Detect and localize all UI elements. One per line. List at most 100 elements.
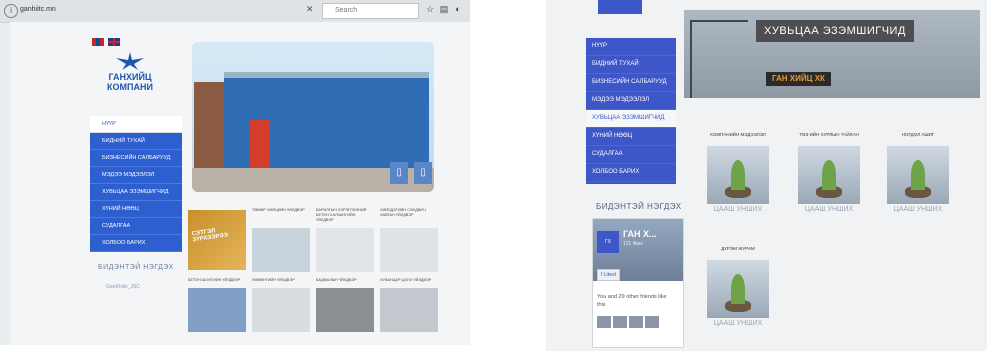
nav-label[interactable]: ХҮНИЙ НӨӨЦ [102, 206, 139, 212]
nav-label[interactable]: ХОЛБОО БАРИХ [592, 169, 639, 175]
slider-next-button[interactable]: ▯ [414, 162, 432, 184]
language-switcher [92, 36, 124, 46]
crane-graphic [690, 20, 748, 98]
product-caption[interactable]: БАРИЛГЫН ХЭРЭГЛЭЭНИЙ БЕТОН ХАЛЗАНГИЙН ҮЙ… [316, 208, 374, 228]
card-image[interactable] [707, 260, 769, 318]
product-image[interactable] [380, 228, 438, 272]
product-card: ХӨВӨНГИЙН ҮЙЛДВЭР [252, 278, 310, 332]
nav-label[interactable]: БИДНИЙ ТУХАЙ [102, 138, 145, 144]
nav-item-contact: ХОЛБОО БАРИХ [90, 235, 182, 252]
content-card: КОМПАНИЙН МЭДЭЭЛЭЛ ЦААШ УНШИХ [698, 132, 778, 216]
product-caption[interactable]: ХУВАНЦАР ЦОНХ ҮЙЛДВЭР [380, 278, 438, 288]
nav-item-home: НҮҮР [90, 116, 182, 133]
nav-item-hr: ХҮНИЙ НӨӨЦ [90, 201, 182, 218]
bookmark-icon[interactable]: ▤ [438, 3, 450, 15]
promo-text: СЭТГЭЛ ЗҮРХЭЭРЭЭ [191, 228, 229, 244]
factory-sign: ГАН ХИЙЦ ХК [766, 72, 831, 86]
promo-tile[interactable]: СЭТГЭЛ ЗҮРХЭЭРЭЭ [188, 210, 246, 270]
card-title[interactable]: ТӨЗ-ИЙН ХУРЛЫН ТАЙЛАН [789, 132, 869, 146]
main-navigation: НҮҮР БИДНИЙ ТУХАЙ БИЗНЕСИЙН САЛБАРУУД МЭ… [586, 38, 676, 184]
nav-label[interactable]: СУДАЛГАА [102, 223, 130, 229]
product-caption[interactable]: БЕТОН ШОНГИЙН ҮЙЛДВЭР [188, 278, 246, 288]
product-image[interactable] [252, 228, 310, 272]
card-title[interactable]: НОГДОЛ АШИГ [878, 132, 958, 146]
card-title[interactable]: КОМПАНИЙН МЭДЭЭЛЭЛ [698, 132, 778, 146]
browser-search-input[interactable]: Search [322, 3, 419, 19]
website-page: ГАНХИЙЦ КОМПАНИ НҮҮР БИДНИЙ ТУХАЙ БИЗНЕС… [10, 22, 470, 345]
info-icon[interactable]: i [4, 4, 18, 18]
product-card: ХИЙЛДЭГИЙН СЭНДВИЧ ХАВТАН ҮЙЛДВЭР [380, 208, 438, 272]
avatar [613, 316, 627, 328]
nav-label[interactable]: БИДНИЙ ТУХАЙ [592, 61, 639, 67]
nav-label[interactable]: МЭДЭЭ МЭДЭЭЛЭЛ [102, 172, 154, 178]
join-us-heading: БИДЭНТЭЙ НЭГДЭХ [98, 264, 174, 271]
facebook-friends-text: You and 29 other friends like this [597, 294, 667, 308]
logo-text: ГАНХИЙЦ КОМПАНИ [107, 72, 153, 92]
nav-label[interactable]: НҮҮР [102, 121, 116, 127]
product-card: БЕТОН ШОНГИЙН ҮЙЛДВЭР [188, 278, 246, 332]
card-image[interactable] [887, 146, 949, 204]
mongolia-flag-icon[interactable] [92, 37, 104, 46]
product-caption[interactable]: ТӨМӨР ХИЙЦИЙН ҮЙЛДВЭР [252, 208, 310, 228]
read-more-link[interactable]: ЦААШ УНШИХ [698, 204, 778, 216]
product-card: ТӨМӨР ХИЙЦИЙН ҮЙЛДВЭР [252, 208, 310, 272]
uk-flag-icon[interactable] [108, 37, 120, 46]
facebook-avatar[interactable]: ГХ [597, 231, 619, 253]
nav-label[interactable]: ХУВЬЦАА ЭЗЭМШИГЧИД [102, 189, 168, 195]
product-caption[interactable]: ХӨВӨНГИЙН ҮЙЛДВЭР [252, 278, 310, 288]
card-title[interactable]: ДҮРЭМ ЖУРАМ [698, 246, 778, 260]
facebook-friend-avatars [597, 315, 661, 333]
star-icon[interactable]: ☆ [424, 3, 436, 15]
product-caption[interactable]: БАДМАЛЫН ҮЙЛДВЭР [316, 278, 374, 288]
factory-door [250, 120, 270, 168]
nav-item-hr: ХҮНИЙ НӨӨЦ [586, 128, 676, 146]
product-image[interactable] [188, 288, 246, 332]
join-us-heading: БИДЭНТЭЙ НЭГДЭХ [596, 202, 682, 211]
product-image[interactable] [316, 288, 374, 332]
shield-icon[interactable]: ◐ [452, 3, 464, 15]
nav-item-shareholders: ХУВЬЦАА ЭЗЭМШИГЧИД [586, 110, 676, 128]
product-image[interactable] [316, 228, 374, 272]
nav-label[interactable]: МЭДЭЭ МЭДЭЭЛЭЛ [592, 97, 649, 103]
read-more-link[interactable]: ЦААШ УНШИХ [698, 318, 778, 330]
logo-emblem-icon [116, 52, 144, 70]
product-image[interactable] [252, 288, 310, 332]
nav-label[interactable]: НҮҮР [592, 43, 607, 49]
nav-label[interactable]: ХОЛБОО БАРИХ [102, 240, 145, 246]
nav-label[interactable]: БИЗНЕСИЙН САЛБАРУУД [592, 79, 667, 85]
nav-item-home: НҮҮР [586, 38, 676, 56]
card-image[interactable] [707, 146, 769, 204]
search-placeholder: Search [335, 7, 358, 14]
hero-slider: ▯ ▯ [192, 42, 434, 192]
social-link[interactable]: GanKhiits_JSC [106, 284, 140, 290]
nav-item-about: БИДНИЙ ТУХАЙ [586, 56, 676, 74]
url-field[interactable]: ganhiitc.mn [20, 3, 310, 17]
nav-item-news: МЭДЭЭ МЭДЭЭЛЭЛ [586, 92, 676, 110]
product-caption[interactable]: ХИЙЛДЭГИЙН СЭНДВИЧ ХАВТАН ҮЙЛДВЭР [380, 208, 438, 228]
nav-item-business: БИЗНЕСИЙН САЛБАРУУД [90, 150, 182, 167]
product-image[interactable] [380, 288, 438, 332]
slider-prev-button[interactable]: ▯ [390, 162, 408, 184]
liked-label: Liked [603, 272, 616, 278]
company-logo[interactable]: ГАНХИЙЦ КОМПАНИ [98, 52, 162, 106]
right-screenshot: НҮҮР БИДНИЙ ТУХАЙ БИЗНЕСИЙН САЛБАРУУД МЭ… [546, 0, 987, 351]
facebook-liked-button[interactable]: f Liked [597, 269, 620, 281]
read-more-link[interactable]: ЦААШ УНШИХ [878, 204, 958, 216]
product-card: БАРИЛГЫН ХЭРЭГЛЭЭНИЙ БЕТОН ХАЛЗАНГИЙН ҮЙ… [316, 208, 374, 272]
facebook-page-name[interactable]: ГАН Х... [623, 229, 657, 239]
nav-label[interactable]: БИЗНЕСИЙН САЛБАРУУД [102, 155, 170, 161]
company-logo-partial[interactable] [598, 0, 642, 14]
nav-item-research: СУДАЛГАА [90, 218, 182, 235]
nav-label[interactable]: СУДАЛГАА [592, 151, 623, 157]
page-banner: ХУВЬЦАА ЭЗЭМШИГЧИД ГАН ХИЙЦ ХК [684, 10, 980, 98]
nav-item-business: БИЗНЕСИЙН САЛБАРУУД [586, 74, 676, 92]
read-more-link[interactable]: ЦААШ УНШИХ [789, 204, 869, 216]
avatar [597, 316, 611, 328]
nav-label[interactable]: ХҮНИЙ НӨӨЦ [592, 133, 632, 139]
browser-address-bar: i ganhiitc.mn ✕ Search ☆ ▤ ◐ [0, 0, 470, 23]
nav-label[interactable]: ХУВЬЦАА ЭЗЭМШИГЧИД [592, 115, 664, 121]
content-card: ТӨЗ-ИЙН ХУРЛЫН ТАЙЛАН ЦААШ УНШИХ [789, 132, 869, 216]
close-icon[interactable]: ✕ [306, 4, 314, 15]
card-image[interactable] [798, 146, 860, 204]
facebook-like-count: 121 likes [623, 241, 643, 247]
